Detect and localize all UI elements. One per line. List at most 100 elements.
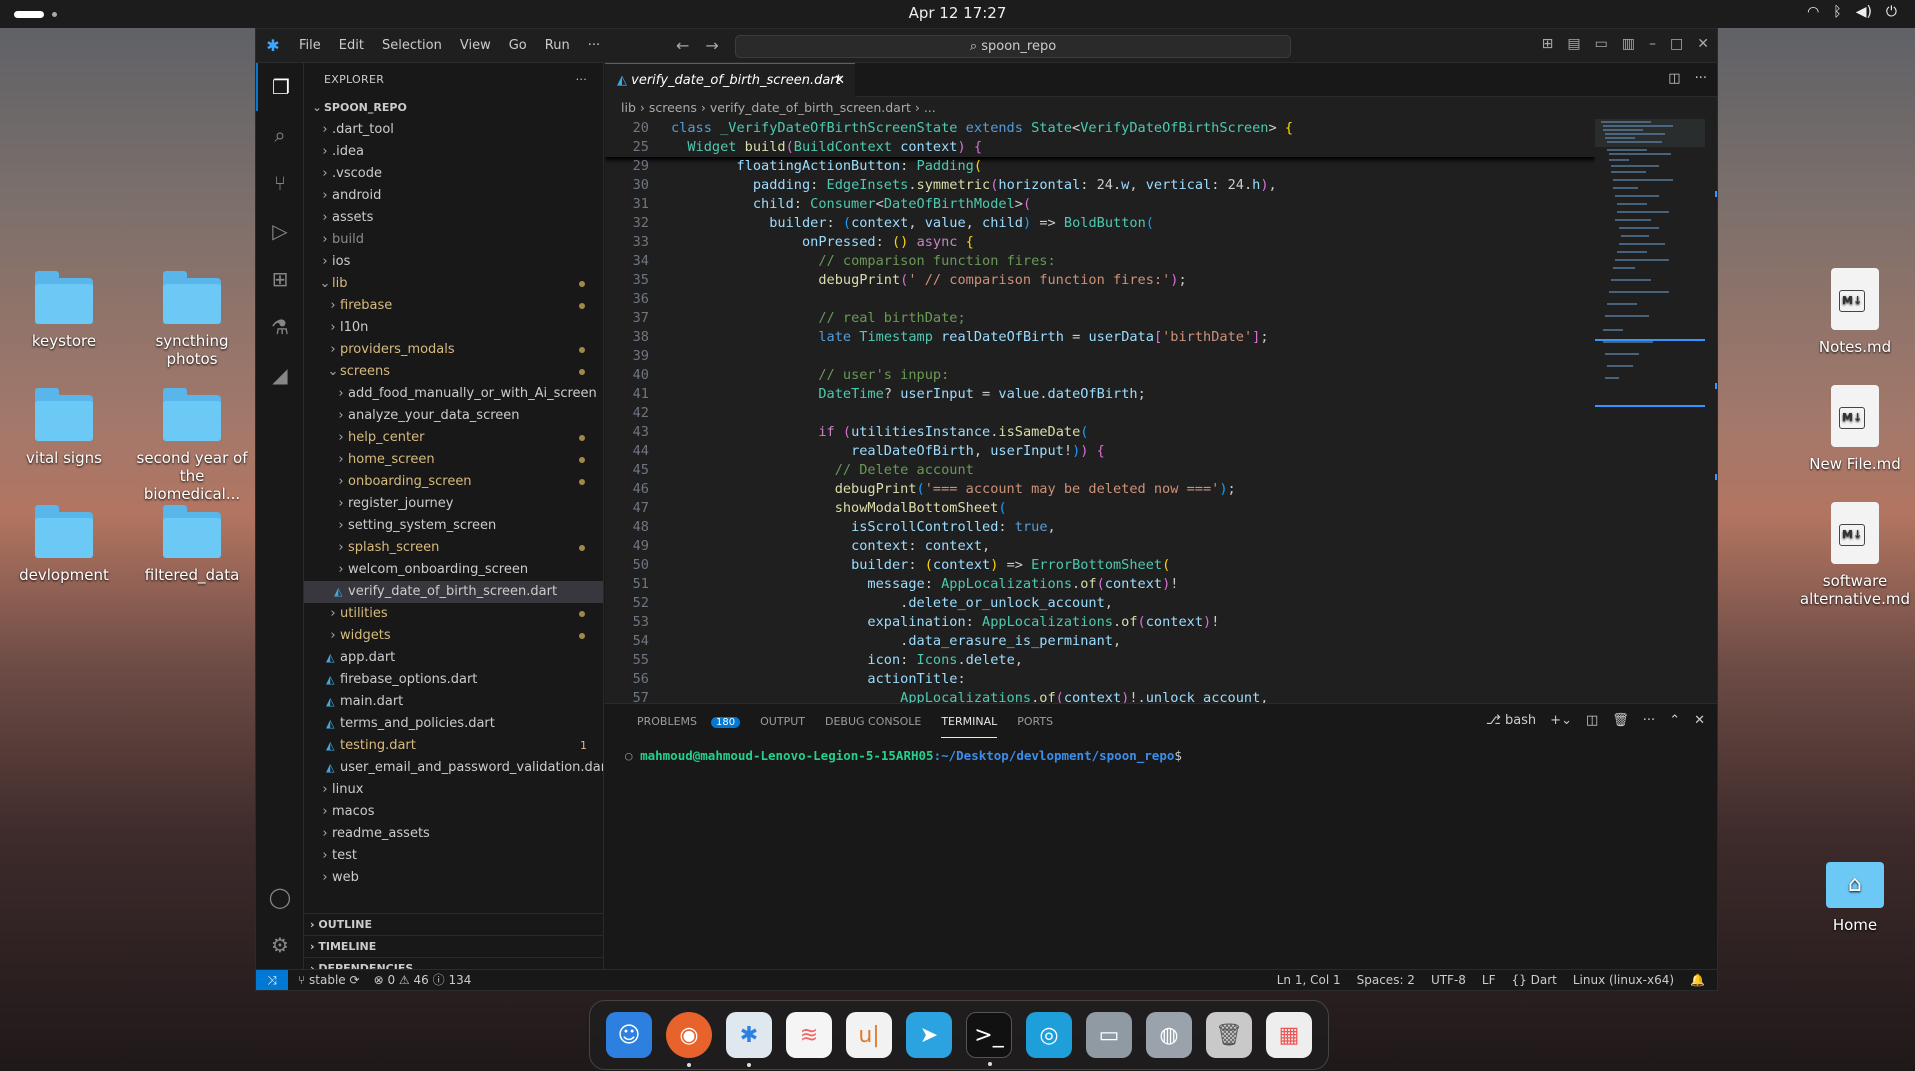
tree-folder[interactable]: › assets xyxy=(304,207,603,229)
finder-icon[interactable]: ☺ xyxy=(606,1012,652,1058)
minimap[interactable] xyxy=(1595,119,1705,639)
tree-folder[interactable]: › ios xyxy=(304,251,603,273)
tree-file[interactable]: ◭ firebase_options.dart xyxy=(304,669,603,691)
disk-icon[interactable]: ◍ xyxy=(1146,1012,1192,1058)
close-icon[interactable]: ✕ xyxy=(1697,36,1709,52)
flutter-icon[interactable]: ◢ xyxy=(256,351,304,399)
tab-output[interactable]: OUTPUT xyxy=(750,715,815,728)
more-actions-icon[interactable]: ··· xyxy=(1695,71,1707,86)
outline-section[interactable]: › OUTLINE xyxy=(304,913,604,935)
split-terminal-icon[interactable]: ◫ xyxy=(1586,713,1598,728)
bluetooth-icon[interactable]: ᛒ xyxy=(1833,4,1841,20)
app-grid-icon[interactable]: ▦ xyxy=(1266,1012,1312,1058)
tree-folder[interactable]: ⌄ screens xyxy=(304,361,603,383)
encoding[interactable]: UTF-8 xyxy=(1431,970,1466,990)
terminal[interactable]: ○ mahmoud@mahmoud-Lenovo-Legion-5-15ARH0… xyxy=(605,738,1717,773)
tree-folder[interactable]: › .dart_tool xyxy=(304,119,603,141)
code-editor[interactable]: 20 class _VerifyDateOfBirthScreenState ex… xyxy=(605,119,1595,709)
source-control-icon[interactable]: ⑂ xyxy=(256,159,304,207)
panel-more-icon[interactable]: ··· xyxy=(1643,713,1655,728)
tree-folder[interactable]: › providers_modals xyxy=(304,339,603,361)
accounts-icon[interactable]: ◯ xyxy=(256,873,304,921)
tree-file[interactable]: ◭ testing.dart 1 xyxy=(304,735,603,757)
code-line[interactable]: 53 expalination: AppLocalizations.of(con… xyxy=(605,613,1595,632)
desktop-home[interactable]: ⌂ Home xyxy=(1795,862,1915,934)
tree-folder[interactable]: › analyze_your_data_screen xyxy=(304,405,603,427)
maximize-icon[interactable]: □ xyxy=(1670,36,1683,52)
desktop-folder-syncthing[interactable]: syncthing photos xyxy=(132,271,252,368)
terminal-shell[interactable]: ⎇ bash xyxy=(1486,713,1536,728)
tree-folder[interactable]: › splash_screen xyxy=(304,537,603,559)
tree-folder[interactable]: › register_journey xyxy=(304,493,603,515)
terminal-icon[interactable]: >_ xyxy=(966,1012,1012,1066)
code-line[interactable]: 36 xyxy=(605,290,1595,309)
close-tab-icon[interactable]: ✕ xyxy=(834,64,845,97)
tree-folder[interactable]: ›windows xyxy=(304,889,603,893)
new-terminal-icon[interactable]: +⌄ xyxy=(1550,713,1572,728)
command-center-search[interactable]: ⌕ spoon_repo xyxy=(735,35,1291,58)
search-icon[interactable]: ⌕ xyxy=(256,111,304,159)
toggle-panel-icon[interactable]: ▭ xyxy=(1595,36,1608,52)
tree-folder[interactable]: › add_food_manually_or_with_Ai_screen xyxy=(304,383,603,405)
clock[interactable]: Apr 12 17:27 xyxy=(0,4,1915,22)
code-line[interactable]: 29 floatingActionButton: Padding( xyxy=(605,157,1595,176)
firefox-icon[interactable]: ◉ xyxy=(666,1012,712,1067)
desktop-file-new-file[interactable]: M↓ New File.md xyxy=(1795,385,1915,473)
language-mode[interactable]: {} Dart xyxy=(1512,970,1557,990)
run-debug-icon[interactable]: ▷ xyxy=(256,207,304,255)
end-of-line[interactable]: LF xyxy=(1482,970,1496,990)
platform[interactable]: Linux (linux-x64) xyxy=(1573,970,1674,990)
volume-icon[interactable]: ◀) xyxy=(1856,4,1872,20)
tree-folder[interactable]: › firebase xyxy=(304,295,603,317)
menu-edit[interactable]: Edit xyxy=(330,38,373,53)
remote-indicator-icon[interactable]: ⤨ xyxy=(256,970,288,990)
trash-icon[interactable]: 🗑 xyxy=(1206,1012,1252,1058)
tree-folder[interactable]: › .vscode xyxy=(304,163,603,185)
tree-folder[interactable]: › setting_system_screen xyxy=(304,515,603,537)
desktop-file-notes[interactable]: M↓ Notes.md xyxy=(1795,268,1915,356)
code-line[interactable]: 43 if (utilitiesInstance.isSameDate( xyxy=(605,423,1595,442)
menu-selection[interactable]: Selection xyxy=(373,38,451,53)
tree-file[interactable]: ◭ main.dart xyxy=(304,691,603,713)
menu-run[interactable]: Run xyxy=(536,38,579,53)
code-line[interactable]: 30 padding: EdgeInsets.symmetric(horizon… xyxy=(605,176,1595,195)
drive-icon[interactable]: ▭ xyxy=(1086,1012,1132,1058)
code-line[interactable]: 54 .data_erasure_is_perminant, xyxy=(605,632,1595,651)
problems-indicator[interactable]: ⊗ 0 ⚠ 46 ⓘ 134 xyxy=(374,970,472,990)
tree-folder[interactable]: › help_center xyxy=(304,427,603,449)
split-editor-icon[interactable]: ◫ xyxy=(1668,71,1680,86)
telegram-icon[interactable]: ➤ xyxy=(906,1012,952,1058)
tree-folder[interactable]: › welcom_onboarding_screen xyxy=(304,559,603,581)
system-tray[interactable]: ◠ ᛒ ◀) ⏻ xyxy=(1807,4,1897,20)
tree-folder[interactable]: › web xyxy=(304,867,603,889)
tree-folder[interactable]: › macos xyxy=(304,801,603,823)
explorer-icon[interactable]: ❐ xyxy=(256,63,304,111)
code-line[interactable]: 55 icon: Icons.delete, xyxy=(605,651,1595,670)
minimize-icon[interactable]: – xyxy=(1649,36,1656,52)
kill-terminal-icon[interactable]: 🗑 xyxy=(1612,713,1629,728)
sticky-scroll-line[interactable]: 25 Widget build(BuildContext context) { xyxy=(605,138,1595,157)
desktop-folder-second-year[interactable]: second year of the biomedical... xyxy=(132,388,252,503)
notifications-bell-icon[interactable]: 🔔 xyxy=(1690,970,1705,990)
settings-gear-icon[interactable]: ⚙ xyxy=(256,921,304,969)
toggle-secondary-sidebar-icon[interactable]: ▥ xyxy=(1622,36,1635,52)
tree-folder[interactable]: ⌄ lib xyxy=(304,273,603,295)
desktop-folder-filtered-data[interactable]: filtered_data xyxy=(132,505,252,584)
code-line[interactable]: 31 child: Consumer<DateOfBirthModel>( xyxy=(605,195,1595,214)
timeline-section[interactable]: › TIMELINE xyxy=(304,935,604,957)
code-line[interactable]: 34 // comparison function fires: xyxy=(605,252,1595,271)
desktop-folder-devlopment[interactable]: devlopment xyxy=(4,505,124,584)
code-line[interactable]: 39 xyxy=(605,347,1595,366)
code-line[interactable]: 56 actionTitle: xyxy=(605,670,1595,689)
browser-icon[interactable]: ◎ xyxy=(1026,1012,1072,1058)
branch-indicator[interactable]: ⑂ stable ⟳ xyxy=(298,970,360,990)
tab-debug-console[interactable]: DEBUG CONSOLE xyxy=(815,715,931,728)
tab-terminal[interactable]: TERMINAL xyxy=(931,715,1007,738)
code-line[interactable]: 37 // real birthDate; xyxy=(605,309,1595,328)
tab-problems[interactable]: PROBLEMS 180 xyxy=(617,715,750,728)
tree-file[interactable]: ◭ user_email_and_password_validation.dart xyxy=(304,757,603,779)
vscode-icon[interactable]: ✱ xyxy=(726,1012,772,1067)
tree-folder[interactable]: › build xyxy=(304,229,603,251)
tree-folder[interactable]: › android xyxy=(304,185,603,207)
menu-view[interactable]: View xyxy=(451,38,500,53)
